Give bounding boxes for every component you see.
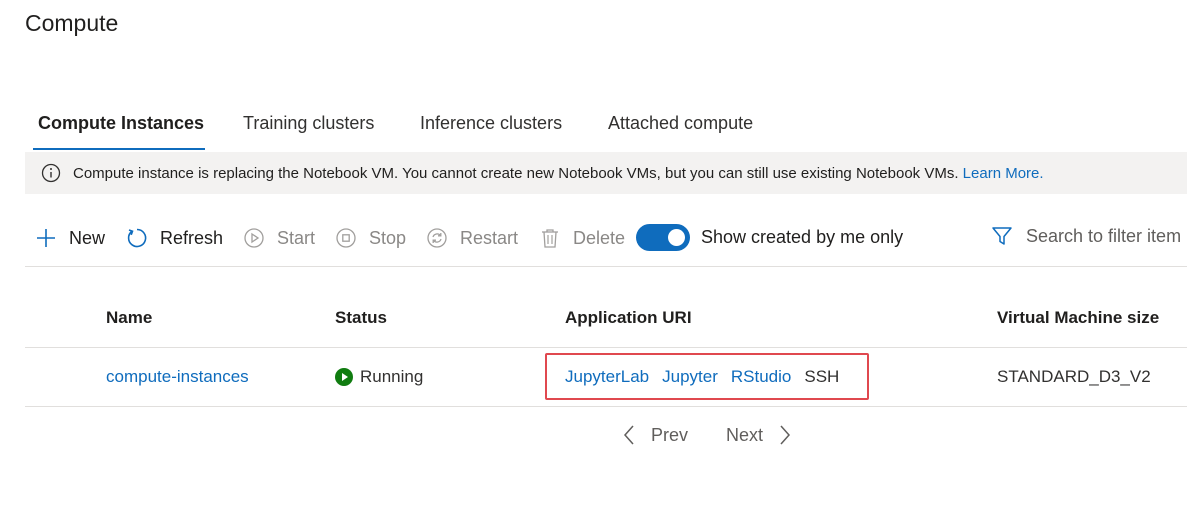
vm-size-text: STANDARD_D3_V2 — [997, 367, 1151, 386]
play-circle-icon — [244, 228, 264, 248]
prev-label: Prev — [651, 424, 689, 445]
banner-message: Compute instance is replacing the Notebo… — [73, 164, 1044, 184]
search-filter-input[interactable]: Search to filter item — [990, 223, 1181, 249]
delete-button-label: Delete — [573, 227, 626, 248]
chevron-right-icon — [780, 425, 791, 445]
search-placeholder: Search to filter item — [1026, 225, 1182, 246]
instance-name-link[interactable]: compute-instances — [106, 366, 249, 388]
row-divider — [25, 406, 1187, 407]
start-button[interactable]: Start — [243, 224, 315, 252]
restart-button[interactable]: Restart — [426, 224, 518, 252]
show-created-by-me-toggle[interactable] — [636, 224, 690, 251]
column-header-name[interactable]: Name — [106, 307, 152, 329]
tab-training-clusters[interactable]: Training clusters — [243, 111, 374, 135]
refresh-button-label: Refresh — [160, 227, 224, 248]
restart-icon — [427, 228, 447, 248]
application-uri-links: JupyterLab Jupyter RStudio SSH — [565, 366, 852, 388]
next-page-button[interactable]: Next — [726, 422, 792, 448]
column-header-status[interactable]: Status — [335, 307, 387, 329]
page-title: Compute — [25, 10, 119, 36]
tab-compute-instances[interactable]: Compute Instances — [38, 111, 204, 135]
banner-message-text: Compute instance is replacing the Notebo… — [73, 165, 959, 182]
stop-circle-icon — [336, 228, 356, 248]
learn-more-link[interactable]: Learn More. — [963, 165, 1044, 182]
column-header-application-uri[interactable]: Application URI — [565, 307, 692, 329]
toggle-label: Show created by me only — [701, 227, 904, 247]
jupyter-link[interactable]: Jupyter — [662, 366, 718, 388]
start-button-label: Start — [277, 227, 316, 248]
running-status-icon — [335, 368, 353, 386]
prev-page-button[interactable]: Prev — [622, 422, 688, 448]
refresh-icon — [127, 228, 147, 248]
toggle-knob — [668, 229, 685, 246]
next-label: Next — [726, 424, 764, 445]
tab-inference-clusters[interactable]: Inference clusters — [420, 111, 562, 135]
trash-icon — [542, 229, 558, 248]
jupyterlab-link[interactable]: JupyterLab — [565, 366, 649, 388]
stop-button[interactable]: Stop — [335, 224, 406, 252]
refresh-button[interactable]: Refresh — [126, 224, 223, 252]
stop-button-label: Stop — [369, 227, 407, 248]
info-icon — [41, 163, 61, 183]
status-text: Running — [360, 367, 424, 386]
filter-icon — [992, 227, 1012, 245]
new-button[interactable]: New — [35, 224, 105, 252]
new-button-label: New — [69, 227, 106, 248]
chevron-left-icon — [623, 425, 634, 445]
restart-button-label: Restart — [460, 227, 519, 248]
rstudio-link[interactable]: RStudio — [731, 366, 791, 388]
tab-attached-compute[interactable]: Attached compute — [608, 111, 753, 135]
ssh-link[interactable]: SSH — [804, 366, 839, 388]
delete-button[interactable]: Delete — [539, 224, 625, 252]
active-tab-indicator — [33, 148, 205, 150]
plus-icon — [37, 229, 55, 247]
toolbar-divider — [25, 266, 1187, 267]
column-header-vm-size[interactable]: Virtual Machine size — [997, 307, 1159, 329]
header-divider — [25, 347, 1187, 348]
